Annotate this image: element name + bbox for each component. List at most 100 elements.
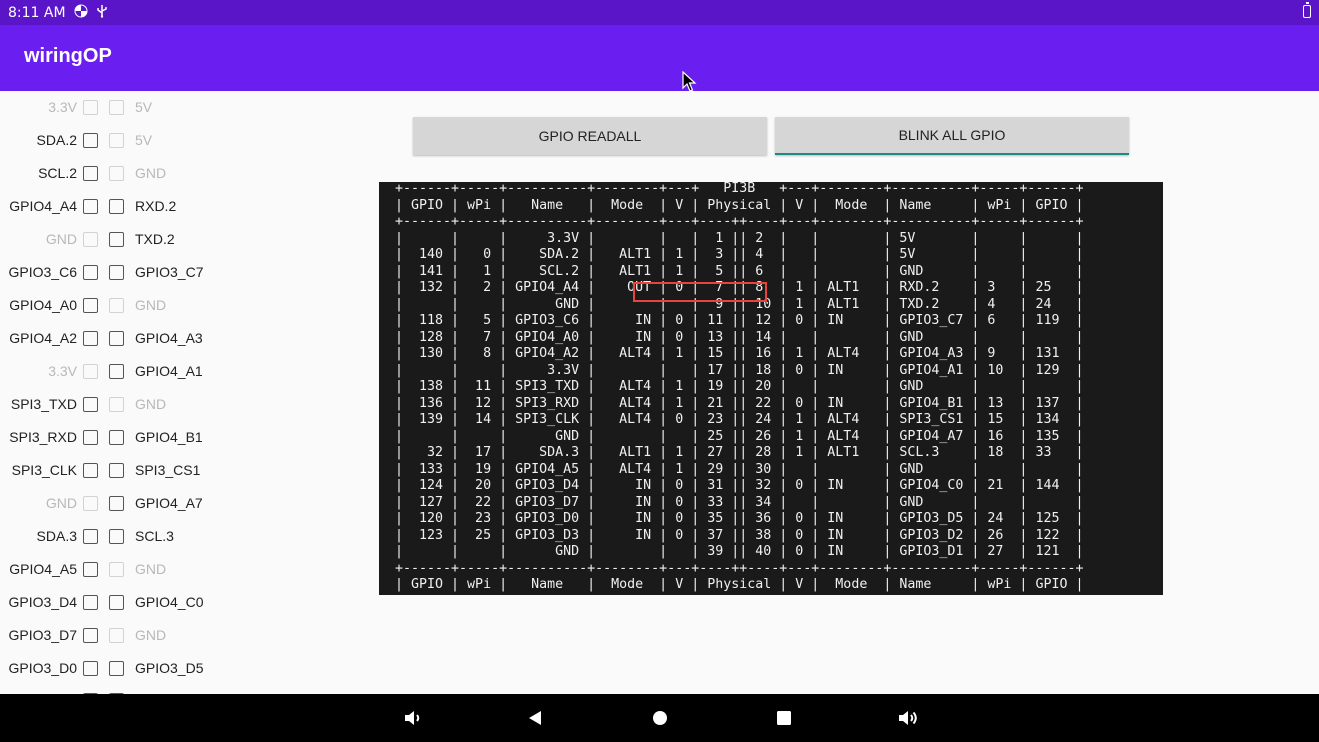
pin-label: TXD.2 (135, 231, 175, 247)
pin-label: GPIO4_A2 (9, 330, 77, 346)
highlight-box (633, 282, 767, 302)
pin-left: SDA.2 (37, 132, 98, 148)
pin-row (0, 685, 360, 694)
pin-left: SPI3_TXD (11, 396, 98, 412)
pin-checkbox (83, 99, 98, 115)
pin-checkbox[interactable] (83, 330, 98, 346)
usb-icon (96, 4, 108, 22)
pin-checkbox[interactable] (83, 198, 98, 214)
pin-label: GPIO3_C6 (8, 264, 77, 280)
pin-label: 5V (135, 132, 153, 148)
pin-row: SDA.2 5V (0, 124, 360, 157)
pin-label: SDA.3 (36, 528, 77, 544)
pin-checkbox (83, 363, 98, 379)
app-title: wiringOP (24, 45, 112, 67)
blink-all-gpio-button[interactable]: BLINK ALL GPIO (775, 117, 1129, 155)
status-time: 8:11 AM (8, 4, 66, 21)
pin-left: GPIO3_D4 (9, 594, 98, 610)
pin-left: GND (46, 231, 98, 247)
pin-label: SDA.2 (36, 132, 77, 148)
pin-left: GPIO3_D7 (9, 627, 98, 643)
pin-label: SPI3_CLK (11, 462, 77, 478)
pin-left: 3.3V (48, 363, 98, 379)
pin-label: GPIO4_A0 (9, 297, 77, 313)
pin-checkbox[interactable] (109, 495, 124, 511)
pin-checkbox[interactable] (83, 165, 98, 181)
pin-label: GPIO4_A7 (135, 495, 203, 511)
readall-output-text: +------+-----+----------+--------+---+ P… (395, 182, 1084, 592)
pin-label: 5V (135, 99, 153, 115)
pin-label: GND (135, 165, 167, 181)
pin-left: GPIO3_C6 (9, 264, 98, 280)
pin-checkbox[interactable] (109, 198, 124, 214)
pin-checkbox-list[interactable]: 3.3V 5V SDA.2 5V SCL.2 GND GPIO4_A4 RXD.2 GND TXD… (0, 91, 360, 694)
home-icon[interactable] (648, 706, 672, 730)
volume-up-icon[interactable] (896, 706, 920, 730)
pin-label: GPIO3_D5 (135, 660, 204, 676)
pin-checkbox[interactable] (109, 429, 124, 445)
pin-checkbox[interactable] (109, 330, 124, 346)
pin-checkbox (109, 561, 124, 577)
pin-label: SPI3_CS1 (135, 462, 201, 478)
pin-label: RXD.2 (135, 198, 177, 214)
pin-row: GPIO3_D0 GPIO3_D5 (0, 652, 360, 685)
pin-left: GND (46, 495, 98, 511)
pin-row: GPIO4_A0 GND (0, 289, 360, 322)
pin-checkbox[interactable] (83, 627, 98, 643)
pin-right: GND (109, 297, 166, 313)
pin-row: GPIO4_A4 RXD.2 (0, 190, 360, 223)
pin-checkbox[interactable] (109, 660, 124, 676)
pin-label: 3.3V (48, 99, 77, 115)
recents-icon[interactable] (772, 706, 796, 730)
back-icon[interactable] (523, 706, 547, 730)
pin-left: GPIO4_A5 (9, 561, 98, 577)
pin-checkbox (109, 132, 124, 148)
pin-checkbox[interactable] (83, 264, 98, 280)
pin-row: 3.3V 5V (0, 91, 360, 124)
pin-checkbox[interactable] (83, 297, 98, 313)
pin-left: 3.3V (48, 99, 98, 115)
mouse-cursor-icon (682, 70, 698, 93)
readall-output-terminal: +------+-----+----------+--------+---+ P… (379, 182, 1163, 595)
pin-checkbox[interactable] (109, 231, 124, 247)
pin-checkbox[interactable] (83, 528, 98, 544)
pin-checkbox[interactable] (83, 429, 98, 445)
pin-checkbox[interactable] (109, 528, 124, 544)
pin-right: 5V (109, 99, 152, 115)
volume-down-icon[interactable] (401, 706, 425, 730)
app-bar: wiringOP (0, 25, 1319, 91)
battery-icon (1303, 2, 1311, 18)
pin-label: GND (135, 396, 167, 412)
pin-checkbox[interactable] (109, 462, 124, 478)
pin-label: GPIO4_A3 (135, 330, 203, 346)
pin-checkbox[interactable] (83, 660, 98, 676)
pin-label: GND (45, 231, 77, 247)
pin-label: GPIO3_C7 (135, 264, 204, 280)
pin-checkbox[interactable] (83, 462, 98, 478)
pin-checkbox[interactable] (109, 264, 124, 280)
pin-left: SPI3_RXD (9, 429, 98, 445)
pin-label: GND (135, 561, 167, 577)
pin-row: SDA.3 SCL.3 (0, 520, 360, 553)
pin-row: SPI3_RXD GPIO4_B1 (0, 421, 360, 454)
pin-left: GPIO4_A2 (9, 330, 98, 346)
pin-row: SPI3_CLK SPI3_CS1 (0, 454, 360, 487)
pin-checkbox[interactable] (109, 594, 124, 610)
pin-checkbox[interactable] (83, 561, 98, 577)
pin-right: GPIO4_A3 (109, 330, 203, 346)
pin-checkbox (109, 297, 124, 313)
pin-checkbox (109, 165, 124, 181)
pin-checkbox[interactable] (83, 396, 98, 412)
pin-right: SPI3_CS1 (109, 462, 200, 478)
pin-checkbox[interactable] (83, 594, 98, 610)
pinwheel-icon (74, 4, 88, 22)
pin-checkbox (83, 231, 98, 247)
gpio-readall-button[interactable]: GPIO READALL (413, 117, 767, 155)
pin-checkbox (83, 495, 98, 511)
pin-label: GPIO4_C0 (135, 594, 204, 610)
pin-label: GPIO4_A4 (9, 198, 77, 214)
pin-checkbox[interactable] (109, 363, 124, 379)
pin-label: SPI3_TXD (10, 396, 77, 412)
pin-checkbox[interactable] (83, 132, 98, 148)
pin-checkbox (109, 627, 124, 643)
